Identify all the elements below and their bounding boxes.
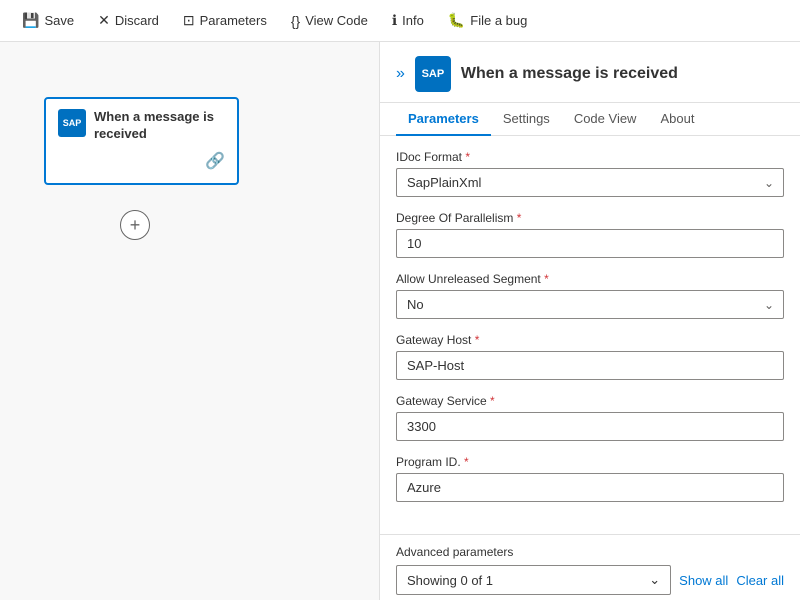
gateway-service-group: Gateway Service * xyxy=(396,394,784,441)
gateway-host-input[interactable] xyxy=(396,351,784,380)
view-code-button[interactable]: {} View Code xyxy=(281,9,378,33)
program-id-input[interactable] xyxy=(396,473,784,502)
link-icon: 🔗 xyxy=(205,151,225,171)
sap-icon-small: SAP xyxy=(58,109,86,137)
degree-parallelism-group: Degree Of Parallelism * xyxy=(396,211,784,258)
form-content: IDoc Format * SapPlainXml ⌄ Degree Of Pa… xyxy=(380,136,800,530)
discard-button[interactable]: ✕ Discard xyxy=(88,8,169,33)
save-label: Save xyxy=(44,13,74,28)
save-icon: 💾 xyxy=(22,12,39,29)
code-icon: {} xyxy=(291,13,300,29)
add-step-button[interactable]: + xyxy=(120,210,150,240)
idoc-format-required: * xyxy=(465,150,470,164)
trigger-card-header: SAP When a message is received xyxy=(58,109,225,143)
sap-icon-large: SAP xyxy=(415,56,451,92)
gateway-service-input[interactable] xyxy=(396,412,784,441)
sap-icon-text: SAP xyxy=(63,118,82,128)
advanced-label: Advanced parameters xyxy=(396,545,784,559)
canvas-area: SAP When a message is received 🔗 + xyxy=(0,42,380,600)
add-button-label: + xyxy=(130,215,141,236)
idoc-format-select[interactable]: SapPlainXml xyxy=(396,168,784,197)
view-code-label: View Code xyxy=(305,13,368,28)
advanced-row: Showing 0 of 1 ⌄ Show all Clear all xyxy=(396,565,784,595)
info-icon: ℹ xyxy=(392,12,397,29)
tab-about[interactable]: About xyxy=(648,103,706,136)
trigger-card-title: When a message is received xyxy=(94,109,225,143)
degree-parallelism-input[interactable] xyxy=(396,229,784,258)
tabs-bar: Parameters Settings Code View About xyxy=(380,103,800,136)
panel-title: When a message is received xyxy=(461,65,678,83)
toolbar: 💾 Save ✕ Discard ⊡ Parameters {} View Co… xyxy=(0,0,800,42)
trigger-card-footer: 🔗 xyxy=(58,151,225,171)
tab-code-view[interactable]: Code View xyxy=(562,103,649,136)
allow-unreleased-label-text: Allow Unreleased Segment xyxy=(396,272,541,286)
file-bug-button[interactable]: 🐛 File a bug xyxy=(438,8,538,33)
discard-icon: ✕ xyxy=(98,12,110,29)
allow-unreleased-select[interactable]: No Yes xyxy=(396,290,784,319)
right-panel: » SAP When a message is received Paramet… xyxy=(380,42,800,600)
allow-unreleased-label: Allow Unreleased Segment * xyxy=(396,272,784,286)
clear-all-button[interactable]: Clear all xyxy=(736,573,784,588)
gateway-host-label-text: Gateway Host xyxy=(396,333,471,347)
showing-text: Showing 0 of 1 xyxy=(407,573,493,588)
allow-unreleased-select-wrapper: No Yes ⌄ xyxy=(396,290,784,319)
save-button[interactable]: 💾 Save xyxy=(12,8,84,33)
info-button[interactable]: ℹ Info xyxy=(382,8,434,33)
trigger-card[interactable]: SAP When a message is received 🔗 xyxy=(44,97,239,185)
gateway-service-label-text: Gateway Service xyxy=(396,394,487,408)
info-label: Info xyxy=(402,13,424,28)
file-bug-label: File a bug xyxy=(470,13,527,28)
sap-icon-large-text: SAP xyxy=(422,68,445,80)
idoc-format-group: IDoc Format * SapPlainXml ⌄ xyxy=(396,150,784,197)
program-id-label: Program ID. * xyxy=(396,455,784,469)
main-layout: SAP When a message is received 🔗 + » SAP… xyxy=(0,42,800,600)
parameters-label: Parameters xyxy=(200,13,267,28)
tab-settings[interactable]: Settings xyxy=(491,103,562,136)
program-id-group: Program ID. * xyxy=(396,455,784,502)
advanced-dropdown[interactable]: Showing 0 of 1 ⌄ xyxy=(396,565,671,595)
gateway-host-label: Gateway Host * xyxy=(396,333,784,347)
degree-parallelism-label-text: Degree Of Parallelism xyxy=(396,211,513,225)
gateway-host-group: Gateway Host * xyxy=(396,333,784,380)
program-id-label-text: Program ID. xyxy=(396,455,461,469)
idoc-format-label-text: IDoc Format xyxy=(396,150,462,164)
parameters-icon: ⊡ xyxy=(183,12,195,29)
collapse-button[interactable]: » xyxy=(396,65,405,83)
show-all-button[interactable]: Show all xyxy=(679,573,728,588)
allow-unreleased-group: Allow Unreleased Segment * No Yes ⌄ xyxy=(396,272,784,319)
tab-parameters[interactable]: Parameters xyxy=(396,103,491,136)
bug-icon: 🐛 xyxy=(448,12,465,29)
allow-unreleased-required: * xyxy=(544,272,549,286)
discard-label: Discard xyxy=(115,13,159,28)
advanced-section: Advanced parameters Showing 0 of 1 ⌄ Sho… xyxy=(380,534,800,600)
gateway-host-required: * xyxy=(475,333,480,347)
program-id-required: * xyxy=(464,455,469,469)
degree-parallelism-required: * xyxy=(517,211,522,225)
idoc-format-label: IDoc Format * xyxy=(396,150,784,164)
gateway-service-label: Gateway Service * xyxy=(396,394,784,408)
parameters-button[interactable]: ⊡ Parameters xyxy=(173,8,277,33)
panel-header: » SAP When a message is received xyxy=(380,42,800,103)
degree-parallelism-label: Degree Of Parallelism * xyxy=(396,211,784,225)
advanced-chevron-icon: ⌄ xyxy=(649,572,660,588)
gateway-service-required: * xyxy=(490,394,495,408)
idoc-format-select-wrapper: SapPlainXml ⌄ xyxy=(396,168,784,197)
